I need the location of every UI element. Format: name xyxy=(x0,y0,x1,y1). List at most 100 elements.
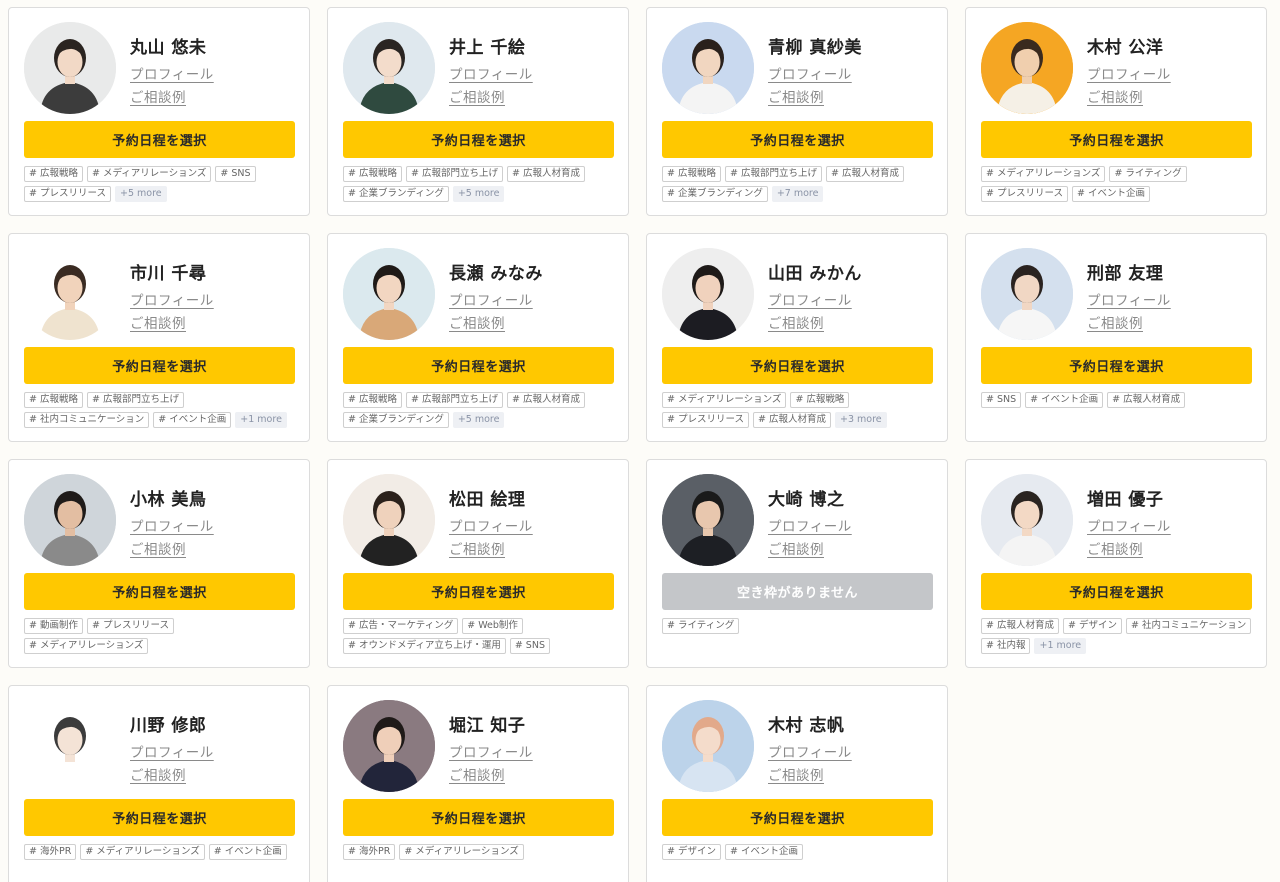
consultation-examples-link[interactable]: ご相談例 xyxy=(1087,312,1143,332)
select-schedule-button[interactable]: 予約日程を選択 xyxy=(662,121,933,158)
advisor-name: 増田 優子 xyxy=(1087,490,1164,510)
advisor-name: 刑部 友理 xyxy=(1087,264,1164,284)
advisor-name: 木村 公洋 xyxy=(1087,38,1164,58)
avatar-portrait-icon xyxy=(981,474,1073,566)
select-schedule-button[interactable]: 予約日程を選択 xyxy=(24,347,295,384)
expertise-tag: # メディアリレーションズ xyxy=(399,844,524,860)
avatar[interactable] xyxy=(343,474,435,566)
expertise-tag: # 広報人材育成 xyxy=(1107,392,1186,408)
select-schedule-button[interactable]: 予約日程を選択 xyxy=(343,573,614,610)
expertise-tag: # プレスリリース xyxy=(86,618,174,634)
profile-link[interactable]: プロフィール xyxy=(1087,63,1171,83)
more-tags-badge[interactable]: +1 more xyxy=(1034,638,1087,654)
profile-link[interactable]: プロフィール xyxy=(449,741,533,761)
profile-link[interactable]: プロフィール xyxy=(130,63,214,83)
consultation-examples-link[interactable]: ご相談例 xyxy=(1087,86,1143,106)
tag-list: # 広報人材育成 # デザイン # 社内コミュニケーション # 社内報 +1 more xyxy=(981,618,1255,654)
profile-link[interactable]: プロフィール xyxy=(768,289,852,309)
expertise-tag: # イベント企画 xyxy=(153,412,232,428)
select-schedule-button[interactable]: 予約日程を選択 xyxy=(981,347,1252,384)
select-schedule-button[interactable]: 予約日程を選択 xyxy=(981,573,1252,610)
profile-link[interactable]: プロフィール xyxy=(768,63,852,83)
advisor-name: 長瀬 みなみ xyxy=(449,264,543,284)
advisor-card: 増田 優子 プロフィール ご相談例 予約日程を選択 # 広報人材育成 # デザイン # 社内… xyxy=(965,459,1267,668)
consultation-examples-link[interactable]: ご相談例 xyxy=(449,538,505,558)
expertise-tag: # 広報戦略 xyxy=(343,392,402,408)
avatar[interactable] xyxy=(343,22,435,114)
expertise-tag: # 企業ブランディング xyxy=(662,186,768,202)
select-schedule-button[interactable]: 予約日程を選択 xyxy=(24,799,295,836)
advisor-card: 井上 千絵 プロフィール ご相談例 予約日程を選択 # 広報戦略 # 広報部門立ち上げ # … xyxy=(327,7,629,216)
profile-link[interactable]: プロフィール xyxy=(768,741,852,761)
avatar[interactable] xyxy=(24,700,116,792)
avatar[interactable] xyxy=(662,22,754,114)
profile-link[interactable]: プロフィール xyxy=(449,289,533,309)
avatar[interactable] xyxy=(662,700,754,792)
select-schedule-button[interactable]: 予約日程を選択 xyxy=(662,347,933,384)
expertise-tag: # 社内報 xyxy=(981,638,1031,654)
consultation-examples-link[interactable]: ご相談例 xyxy=(130,538,186,558)
consultation-examples-link[interactable]: ご相談例 xyxy=(449,86,505,106)
avatar[interactable] xyxy=(24,22,116,114)
more-tags-badge[interactable]: +7 more xyxy=(771,186,824,202)
consultation-examples-link[interactable]: ご相談例 xyxy=(130,86,186,106)
more-tags-badge[interactable]: +1 more xyxy=(235,412,287,428)
consultation-examples-link[interactable]: ご相談例 xyxy=(449,764,505,784)
profile-link[interactable]: プロフィール xyxy=(449,63,533,83)
avatar[interactable] xyxy=(662,474,754,566)
tag-list: # SNS # イベント企画 # 広報人材育成 xyxy=(981,392,1255,408)
profile-link[interactable]: プロフィール xyxy=(130,741,214,761)
profile-link[interactable]: プロフィール xyxy=(449,515,533,535)
consultation-examples-link[interactable]: ご相談例 xyxy=(1087,538,1143,558)
avatar-portrait-icon xyxy=(24,700,116,792)
consultation-examples-link[interactable]: ご相談例 xyxy=(130,312,186,332)
more-tags-badge[interactable]: +5 more xyxy=(115,186,167,202)
avatar[interactable] xyxy=(343,700,435,792)
expertise-tag: # 広報人材育成 xyxy=(825,166,904,182)
profile-link[interactable]: プロフィール xyxy=(130,515,214,535)
expertise-tag: # 広報人材育成 xyxy=(506,392,585,408)
avatar[interactable] xyxy=(24,474,116,566)
advisor-card: 小林 美鳥 プロフィール ご相談例 予約日程を選択 # 動画制作 # プレスリリース # メ… xyxy=(8,459,310,668)
avatar[interactable] xyxy=(343,248,435,340)
avatar[interactable] xyxy=(24,248,116,340)
avatar[interactable] xyxy=(662,248,754,340)
consultation-examples-link[interactable]: ご相談例 xyxy=(768,538,824,558)
select-schedule-button[interactable]: 予約日程を選択 xyxy=(343,347,614,384)
consultation-examples-link[interactable]: ご相談例 xyxy=(768,312,824,332)
expertise-tag: # デザイン xyxy=(1062,618,1122,634)
avatar[interactable] xyxy=(981,22,1073,114)
avatar-portrait-icon xyxy=(343,22,435,114)
advisor-card: 青柳 真紗美 プロフィール ご相談例 予約日程を選択 # 広報戦略 # 広報部門立ち上げ #… xyxy=(646,7,948,216)
expertise-tag: # 広報人材育成 xyxy=(981,618,1059,634)
consultation-examples-link[interactable]: ご相談例 xyxy=(449,312,505,332)
select-schedule-button[interactable]: 予約日程を選択 xyxy=(662,799,933,836)
select-schedule-button[interactable]: 予約日程を選択 xyxy=(24,573,295,610)
advisor-card: 刑部 友理プロフィール ご相談例予約日程を選択 # SNS # イベント企画 # 広報人… xyxy=(965,233,1267,442)
select-schedule-button[interactable]: 予約日程を選択 xyxy=(343,799,614,836)
expertise-tag: # イベント企画 xyxy=(208,844,287,860)
more-tags-badge[interactable]: +3 more xyxy=(835,412,887,428)
tag-list: # 動画制作 # プレスリリース # メディアリレーションズ xyxy=(24,618,298,654)
select-schedule-button[interactable]: 予約日程を選択 xyxy=(981,121,1252,158)
expertise-tag: # 社内コミュニケーション xyxy=(1125,618,1252,634)
avatar[interactable] xyxy=(981,474,1073,566)
consultation-examples-link[interactable]: ご相談例 xyxy=(768,764,824,784)
avatar-portrait-icon xyxy=(662,474,754,566)
profile-link[interactable]: プロフィール xyxy=(1087,515,1171,535)
select-schedule-button[interactable]: 予約日程を選択 xyxy=(24,121,295,158)
consultation-examples-link[interactable]: ご相談例 xyxy=(130,764,186,784)
no-availability-button[interactable]: 空き枠がありません xyxy=(662,573,933,610)
more-tags-badge[interactable]: +5 more xyxy=(452,186,505,202)
consultation-examples-link[interactable]: ご相談例 xyxy=(768,86,824,106)
expertise-tag: # 広報人材育成 xyxy=(506,166,585,182)
profile-link[interactable]: プロフィール xyxy=(1087,289,1171,309)
profile-link[interactable]: プロフィール xyxy=(130,289,214,309)
avatar[interactable] xyxy=(981,248,1073,340)
more-tags-badge[interactable]: +5 more xyxy=(452,412,505,428)
profile-link[interactable]: プロフィール xyxy=(768,515,852,535)
advisor-name: 青柳 真紗美 xyxy=(768,38,862,58)
select-schedule-button[interactable]: 予約日程を選択 xyxy=(343,121,614,158)
advisor-name: 山田 みかん xyxy=(768,264,862,284)
tag-list: # メディアリレーションズ # ライティング # プレスリリース # イベント企画 xyxy=(981,166,1255,202)
